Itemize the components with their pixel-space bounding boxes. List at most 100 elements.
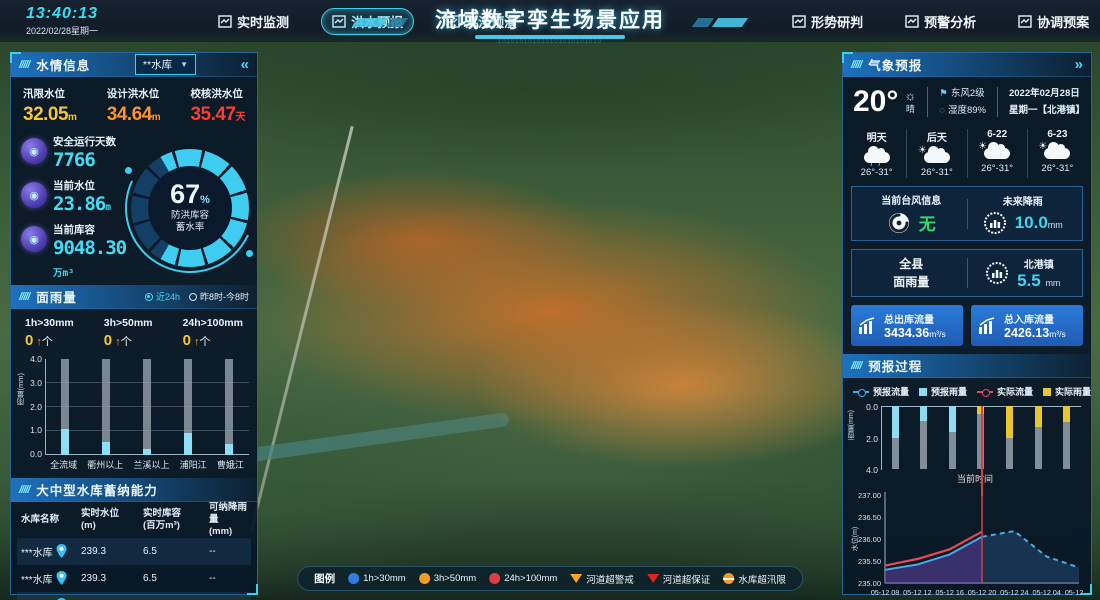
col-header: 水库名称 <box>17 514 81 526</box>
counter-24h: 24h>100mm 0 ↑个 <box>183 317 243 349</box>
nav-label: 协调预案 <box>1037 12 1089 31</box>
county-line1: 全县 <box>856 255 967 273</box>
legend-actual-flow: 实际流量 <box>977 385 1033 398</box>
expand-right-panel-icon[interactable]: » <box>1075 57 1083 72</box>
y-tick: 0.0 <box>866 402 878 412</box>
current-weather: 20° ☼晴 ⚑东风2级 ◌湿度89% 2022年02月28日 星期一【北港镇】 <box>843 77 1091 125</box>
area-rainfall-bar-chart: 4.03.02.01.00.0 雨量(mm) <box>45 359 249 455</box>
humidity-icon: ◌ <box>939 105 945 116</box>
gauge-percent: 67 <box>170 179 200 209</box>
water-level-svg: 237.00236.50236.00235.50235.0005-12 0805… <box>849 487 1085 600</box>
stat-value: 32.05 <box>23 104 68 125</box>
county-rain-label: 全县 面雨量 <box>856 255 967 291</box>
reservoir-table: 水库名称 实时水位 (m) 实时库容 (百万m³) 可纳降雨量 (mm) ***… <box>11 502 257 600</box>
divider <box>927 87 928 117</box>
y-tick: 2.0 <box>866 434 878 444</box>
svg-text:237.00: 237.00 <box>858 491 881 500</box>
total-inflow-button[interactable]: 总入库流量 2426.13m³/s <box>971 305 1083 346</box>
forecast-process-header: ///// 预报过程 <box>843 354 1091 378</box>
reservoir-select[interactable]: **水库 ▼ <box>135 54 196 75</box>
reservoir-name: ***水库 <box>21 544 53 559</box>
stat-label: 安全运行天数 <box>53 134 116 149</box>
rainfall-header: ///// 面雨量 近24h 昨8时-今8时 <box>11 285 257 309</box>
table-row[interactable]: ***水库 239.3 6.5 -- <box>17 592 251 600</box>
counter-1h: 1h>30mm 0 ↑个 <box>25 317 74 349</box>
legend-actual-rain: 实际雨量 <box>1043 385 1091 398</box>
nav-item-warning-analysis[interactable]: 预警分析 <box>895 9 986 34</box>
counter-3h: 3h>50mm 0 ↑个 <box>104 317 153 349</box>
future-rain-label: 未来降雨 <box>968 193 1079 208</box>
col-header: 实时库容 (百万m³) <box>143 508 209 532</box>
report-chart-icon <box>1018 15 1032 28</box>
legend-forecast-rain: 预报雨量 <box>919 385 967 398</box>
line-dot-icon <box>853 391 869 393</box>
partly-sunny-icon: ☀ <box>1044 148 1070 159</box>
nav-item-coordination-plan[interactable]: 协调预案 <box>1008 9 1099 34</box>
bar <box>920 406 927 470</box>
radio-icon <box>189 293 197 301</box>
capacity-badge-icon: ◉ <box>21 226 47 252</box>
flow-chart-icon <box>978 317 998 335</box>
report-chart-icon <box>905 15 919 28</box>
y-tick: 0.0 <box>30 449 42 459</box>
collapse-left-panel-icon[interactable]: « <box>241 57 249 72</box>
legend-reservoir-limit: 水库超汛限 <box>723 572 786 586</box>
outflow-unit: m³/s <box>929 329 946 339</box>
town-name: 北港镇 <box>1017 256 1060 271</box>
location-pin-icon <box>56 544 67 558</box>
gauge-label: 防洪库容 <box>171 210 209 221</box>
svg-text:235.50: 235.50 <box>858 557 881 566</box>
water-info-header: ///// 水情信息 **水库 ▼ « <box>11 53 257 77</box>
stat-label: 当前库容 <box>53 222 131 237</box>
counter-value: 0 <box>183 332 191 349</box>
map-road <box>249 126 354 534</box>
forecast-day-after-tomorrow: 后天 ☀ 26°-31° <box>906 129 966 178</box>
tab-yesterday8-today8[interactable]: 昨8时-今8时 <box>189 290 249 303</box>
legend-3h: 3h>50mm <box>419 573 477 584</box>
nav-item-realtime-monitor[interactable]: 实时监测 <box>208 9 299 34</box>
report-chart-icon <box>218 15 232 28</box>
current-capacity-stat: ◉ 当前库容 9048.30万m³ <box>21 222 131 281</box>
stat-value: 7766 <box>53 149 95 171</box>
forecast-rainfall-chart: 0.02.04.0 雨量(mm) <box>881 406 1081 470</box>
svg-text:05-12 16: 05-12 16 <box>935 588 963 597</box>
counter-unit: 个 <box>42 336 53 348</box>
counter-label: 24h>100mm <box>183 317 243 329</box>
shield-badge-icon: ◉ <box>21 138 47 164</box>
rainfall-title: 面雨量 <box>36 287 77 306</box>
town-rain-value: 5.5 <box>1017 271 1041 290</box>
table-row[interactable]: ***水库 239.3 6.5 -- <box>17 538 251 565</box>
reservoir-table-header: ///// 大中型水库蓄纳能力 <box>11 478 257 502</box>
forecast-chart-legend: 预报流量 预报雨量 实际流量 实际雨量 <box>843 378 1091 400</box>
y-tick: 4.0 <box>866 465 878 475</box>
water-info-title: 水情信息 <box>36 55 90 74</box>
orange-circle-icon <box>419 573 430 584</box>
partly-sunny-icon: ☀ <box>984 148 1010 159</box>
nav-label: 实时监测 <box>237 12 289 31</box>
future-rain-info: 未来降雨 10.0mm <box>968 193 1079 235</box>
top-bar: 13:40:13 2022/02/28星期一 实时监测 洪水预报 洪涝预演 流域… <box>0 0 1100 42</box>
bar <box>1006 406 1013 470</box>
nav-item-situation-analysis[interactable]: 形势研判 <box>782 9 873 34</box>
section-deco: ///// <box>19 484 29 496</box>
nav-label: 形势研判 <box>811 12 863 31</box>
weather-date: 2022年02月28日 <box>1009 85 1085 102</box>
orange-triangle-icon <box>570 574 582 583</box>
rain-counters: 1h>30mm 0 ↑个 3h>50mm 0 ↑个 24h>100mm 0 ↑个 <box>11 309 257 351</box>
line-dot-icon <box>977 391 993 393</box>
svg-text:236.00: 236.00 <box>858 535 881 544</box>
y-tick: 4.0 <box>30 354 42 364</box>
gauge-label: 蓄水率 <box>176 222 205 233</box>
water-level-chart: 237.00236.50236.00235.50235.0005-12 0805… <box>849 487 1087 600</box>
app-title: 流域数字孪生场景应用 101010101010101010101010 <box>435 4 665 45</box>
table-row[interactable]: ***水库 239.3 6.5 -- <box>17 565 251 592</box>
current-time-line <box>981 406 983 496</box>
stat-value: 23.86 <box>53 193 105 215</box>
total-outflow-button[interactable]: 总出库流量 3434.36m³/s <box>851 305 963 346</box>
dashboard: 13:40:13 2022/02/28星期一 实时监测 洪水预报 洪涝预演 流域… <box>0 0 1100 600</box>
wind-info: 东风2级 <box>951 88 985 99</box>
town-rain-info: 北港镇 5.5 mm <box>968 256 1079 291</box>
tab-last-24h[interactable]: 近24h <box>145 290 180 303</box>
legend-river-warning: 河道超警戒 <box>570 572 634 586</box>
tab-label: 昨8时-今8时 <box>200 290 249 303</box>
